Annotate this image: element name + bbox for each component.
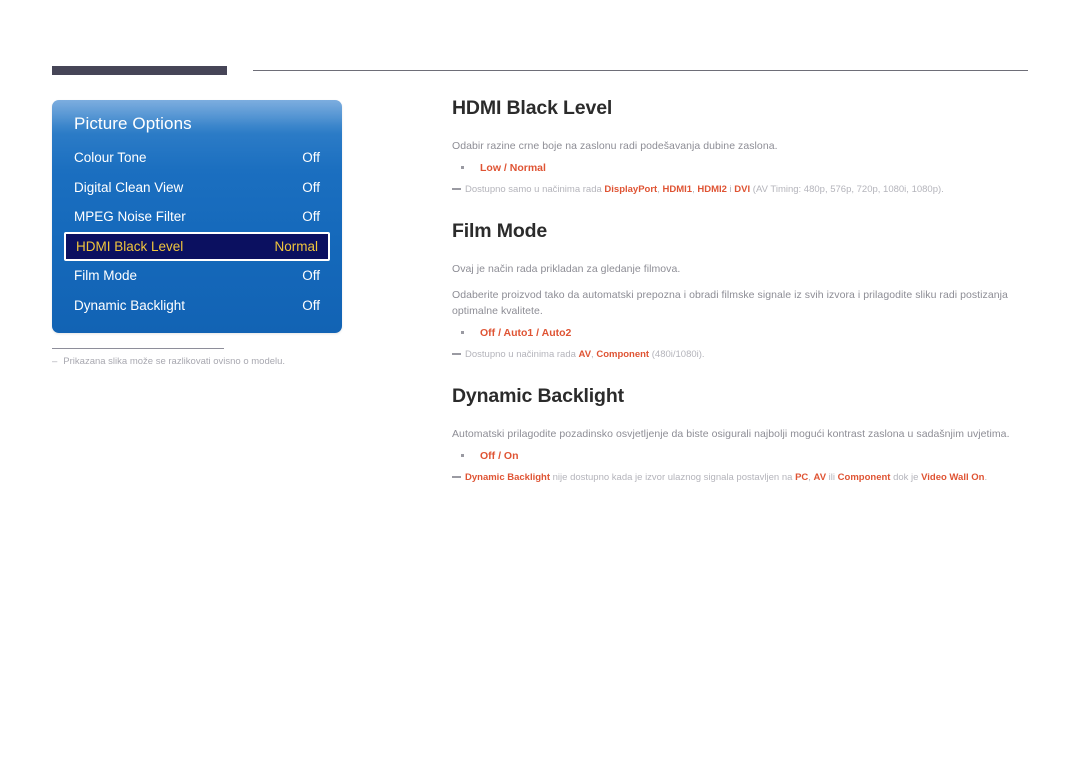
bullet-dot-icon [461, 166, 464, 169]
osd-picture-options-panel: Picture Options Colour Tone Off Digital … [52, 100, 342, 333]
osd-row-value: Off [302, 150, 320, 166]
note-accent-hdmi1: HDMI1 [662, 184, 693, 195]
content-column: HDMI Black Level Odabir razine crne boje… [452, 96, 1030, 485]
note-suffix: (480i/1080i). [649, 349, 705, 360]
footnote-divider [52, 348, 224, 349]
section-description-1: Ovaj je način rada prikladan za gledanje… [452, 263, 681, 275]
note-body: Dynamic Backlight nije dostupno kada je … [465, 470, 987, 485]
osd-row-mpeg-noise-filter[interactable]: MPEG Noise Filter Off [52, 202, 342, 232]
note-body: Dostupno u načinima rada AV, Component (… [465, 347, 705, 362]
note-accent-dvi: DVI [734, 184, 751, 195]
section-title: Film Mode [452, 220, 548, 242]
osd-row-value: Normal [274, 238, 318, 254]
note-dash-icon [452, 353, 461, 355]
osd-row-value: Off [302, 179, 320, 195]
note-prefix: Dostupno samo u načinima rada [465, 184, 605, 195]
note-body: Dostupno samo u načinima rada DisplayPor… [465, 182, 944, 197]
osd-row-label: Dynamic Backlight [74, 297, 186, 313]
note-dash-icon [452, 476, 461, 478]
osd-row-colour-tone[interactable]: Colour Tone Off [52, 143, 342, 173]
note-mid: nije dostupno kada je izvor ulaznog sign… [550, 472, 796, 483]
section-description: Automatski prilagodite pozadinsko osvjet… [452, 428, 1010, 440]
osd-row-dynamic-backlight[interactable]: Dynamic Backlight Off [52, 291, 342, 321]
osd-row-label: HDMI Black Level [76, 238, 184, 254]
note-accent-component: Component [596, 349, 650, 360]
section-title: HDMI Black Level [452, 97, 613, 119]
note-accent-component: Component [837, 472, 891, 483]
note-mid: ili [826, 472, 838, 483]
osd-row-label: Digital Clean View [74, 179, 184, 195]
note-accent-av: AV [813, 472, 827, 483]
header-divider-line [253, 70, 1028, 71]
bullet-dot-icon [461, 454, 464, 457]
osd-row-digital-clean-view[interactable]: Digital Clean View Off [52, 173, 342, 203]
footnote: – Prikazana slika može se razlikovati ov… [52, 355, 342, 369]
note-dash-icon [452, 188, 461, 190]
section-title: Dynamic Backlight [452, 385, 624, 407]
section-options: Low / Normal [452, 160, 1030, 176]
section-hdmi-black-level: HDMI Black Level Odabir razine crne boje… [452, 96, 1030, 197]
section-options-text: Low / Normal [480, 162, 546, 174]
section-description: Odabir razine crne boje na zaslonu radi … [452, 140, 778, 152]
section-description-2: Odaberite proizvod tako da automatski pr… [452, 289, 1008, 317]
section-note: Dostupno u načinima rada AV, Component (… [452, 347, 1030, 362]
bullet-dot-icon [461, 331, 464, 334]
osd-row-film-mode[interactable]: Film Mode Off [52, 261, 342, 291]
note-accent-video-wall-on: Video Wall On [921, 472, 985, 483]
footnote-text: Prikazana slika može se razlikovati ovis… [63, 356, 286, 367]
note-accent-pc: PC [795, 472, 809, 483]
page-root: Picture Options Colour Tone Off Digital … [0, 0, 1080, 763]
header-accent-bar [52, 66, 227, 75]
osd-row-value: Off [302, 297, 320, 313]
note-accent-dynamic-backlight: Dynamic Backlight [465, 472, 550, 483]
section-dynamic-backlight: Dynamic Backlight Automatski prilagodite… [452, 384, 1030, 485]
note-mid: dok je [890, 472, 922, 483]
section-options-text: Off / On [480, 450, 519, 462]
osd-panel-title: Picture Options [74, 114, 192, 133]
note-accent-hdmi2: HDMI2 [697, 184, 727, 195]
osd-row-hdmi-black-level[interactable]: HDMI Black Level Normal [64, 231, 330, 261]
osd-row-label: Film Mode [74, 268, 138, 284]
section-options-text: Off / Auto1 / Auto2 [480, 327, 572, 339]
note-suffix: (AV Timing: 480p, 576p, 720p, 1080i, 108… [750, 184, 944, 195]
section-options: Off / On [452, 448, 1030, 464]
note-accent-displayport: DisplayPort [604, 184, 658, 195]
osd-menu-list: Colour Tone Off Digital Clean View Off M… [52, 143, 342, 320]
note-prefix: Dostupno u načinima rada [465, 349, 579, 360]
osd-row-value: Off [302, 209, 320, 225]
osd-row-label: Colour Tone [74, 150, 147, 166]
section-film-mode: Film Mode Ovaj je način rada prikladan z… [452, 219, 1030, 362]
osd-row-value: Off [302, 268, 320, 284]
footnote-dash: – [52, 356, 58, 367]
note-suffix: . [984, 472, 988, 483]
section-note: Dynamic Backlight nije dostupno kada je … [452, 470, 1030, 485]
note-accent-av: AV [578, 349, 592, 360]
section-note: Dostupno samo u načinima rada DisplayPor… [452, 182, 1030, 197]
osd-row-label: MPEG Noise Filter [74, 209, 186, 225]
section-options: Off / Auto1 / Auto2 [452, 325, 1030, 341]
